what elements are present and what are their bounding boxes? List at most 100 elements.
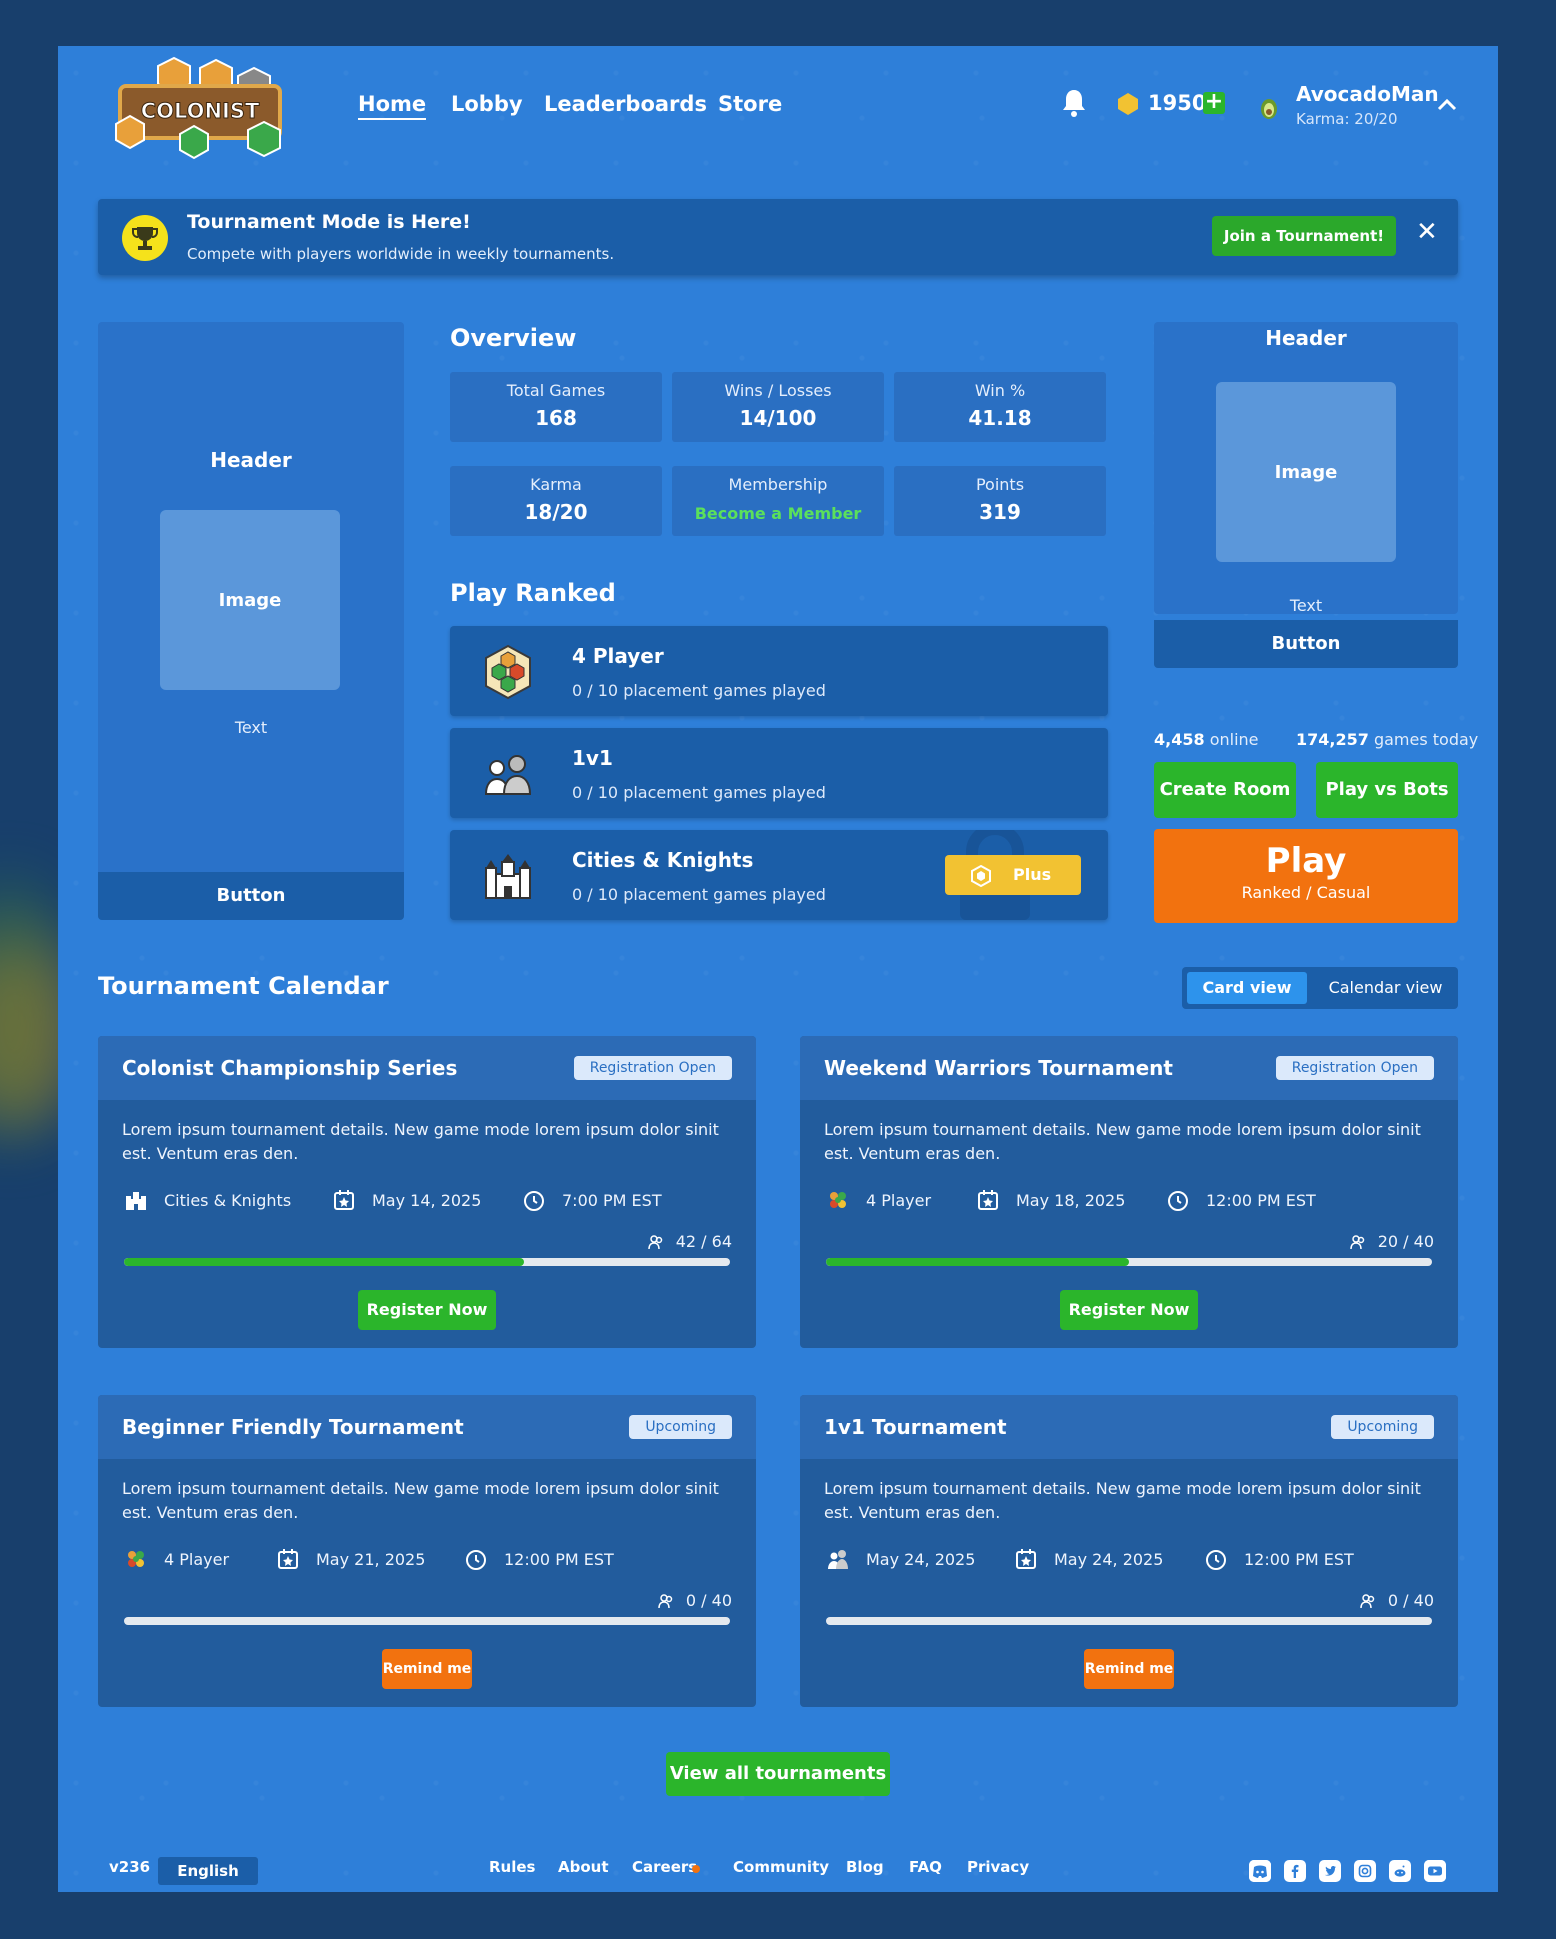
tournament-time: 12:00 PM EST: [1204, 1547, 1354, 1571]
tournament-name: Beginner Friendly Tournament: [122, 1415, 464, 1439]
play-vs-bots-button[interactable]: Play vs Bots: [1316, 762, 1458, 818]
twitter-icon[interactable]: [1319, 1860, 1341, 1882]
username[interactable]: AvocadoMan: [1296, 82, 1439, 106]
footer-link-privacy[interactable]: Privacy: [967, 1858, 1029, 1876]
register-now-button[interactable]: Register Now: [358, 1290, 496, 1330]
tournament-date: May 18, 2025: [976, 1188, 1125, 1212]
discord-icon[interactable]: [1249, 1860, 1271, 1882]
tournament-card: 1v1 Tournament Upcoming Lorem ipsum tour…: [800, 1395, 1458, 1707]
registration-count: 0 / 40: [1360, 1591, 1434, 1610]
plus-badge: Plus: [945, 855, 1081, 895]
hex-board-icon: [124, 1547, 148, 1571]
status-badge: Registration Open: [573, 1056, 732, 1080]
register-now-button[interactable]: Register Now: [1060, 1290, 1198, 1330]
players-icon: [1360, 1593, 1376, 1609]
remind-me-button[interactable]: Remind me: [382, 1649, 472, 1689]
footer-link-about[interactable]: About: [558, 1858, 609, 1876]
play-ranked-title: Play Ranked: [450, 579, 616, 607]
create-room-button[interactable]: Create Room: [1154, 762, 1296, 818]
instagram-icon[interactable]: [1354, 1860, 1376, 1882]
chevron-up-icon[interactable]: [1436, 94, 1458, 116]
avocado-avatar-icon[interactable]: [1258, 94, 1280, 120]
registration-count: 0 / 40: [658, 1591, 732, 1610]
tournament-description: Lorem ipsum tournament details. New game…: [122, 1479, 719, 1522]
become-member-link[interactable]: Become a Member: [672, 504, 884, 523]
games-today: 174,257 games today: [1296, 730, 1479, 749]
calendar-view-tab[interactable]: Calendar view: [1318, 972, 1453, 1004]
status-badge: Upcoming: [629, 1415, 732, 1439]
clock-icon: [1204, 1547, 1228, 1571]
tournament-mode: 4 Player: [826, 1188, 931, 1212]
ranked-mode-progress: 0 / 10 placement games played: [572, 681, 826, 700]
colonist-logo[interactable]: COLONIST: [108, 54, 298, 164]
tournament-description: Lorem ipsum tournament details. New game…: [122, 1120, 719, 1163]
join-tournament-button[interactable]: Join a Tournament!: [1212, 216, 1396, 256]
players-icon: [1349, 1234, 1366, 1250]
gold-coin-icon: [1116, 92, 1140, 116]
castle-icon: [124, 1188, 148, 1212]
nav-lobby[interactable]: Lobby: [451, 92, 523, 116]
promo-text: Text: [1289, 596, 1323, 615]
calendar-icon: [332, 1188, 356, 1212]
reddit-icon[interactable]: [1389, 1860, 1411, 1882]
tournament-name: 1v1 Tournament: [824, 1415, 1007, 1439]
tournament-banner: Tournament Mode is Here! Compete with pl…: [98, 199, 1458, 275]
tournament-card: Weekend Warriors Tournament Registration…: [800, 1036, 1458, 1348]
footer-link-faq[interactable]: FAQ: [909, 1858, 942, 1876]
ranked-mode-cities-knights[interactable]: Cities & Knights 0 / 10 placement games …: [450, 830, 1108, 920]
castle-icon: [480, 848, 536, 904]
buy-coins-button[interactable]: +: [1203, 91, 1225, 114]
nav-store[interactable]: Store: [718, 92, 782, 116]
ranked-mode-progress: 0 / 10 placement games played: [572, 885, 826, 904]
language-selector[interactable]: English: [158, 1857, 258, 1885]
footer-link-community[interactable]: Community: [733, 1858, 829, 1876]
promo-button[interactable]: Button: [1154, 620, 1458, 668]
remind-me-button[interactable]: Remind me: [1084, 1649, 1174, 1689]
overview-title: Overview: [450, 324, 577, 352]
careers-dot-indicator: [692, 1865, 700, 1873]
footer-link-rules[interactable]: Rules: [489, 1858, 535, 1876]
tournament-mode: 4 Player: [124, 1547, 229, 1571]
registration-progress-bar: [124, 1258, 730, 1266]
view-all-tournaments-button[interactable]: View all tournaments: [666, 1752, 890, 1796]
youtube-icon[interactable]: [1424, 1860, 1446, 1882]
ranked-mode-1v1[interactable]: 1v1 0 / 10 placement games played: [450, 728, 1108, 818]
facebook-icon[interactable]: [1284, 1860, 1306, 1882]
promo-header: Header: [1265, 326, 1347, 350]
promo-header: Header: [210, 448, 292, 472]
tournament-time: 7:00 PM EST: [522, 1188, 662, 1212]
card-view-tab[interactable]: Card view: [1187, 972, 1307, 1004]
duel-players-icon: [826, 1547, 850, 1571]
plus-hex-icon: [970, 864, 992, 888]
tournament-date: May 24, 2025: [1014, 1547, 1163, 1571]
play-button[interactable]: Play Ranked / Casual: [1154, 829, 1458, 923]
close-icon[interactable]: ✕: [1416, 217, 1438, 247]
registration-progress-bar: [826, 1617, 1432, 1625]
stat-membership[interactable]: Membership Become a Member: [672, 466, 884, 536]
tournament-card: Beginner Friendly Tournament Upcoming Lo…: [98, 1395, 756, 1707]
nav-home[interactable]: Home: [358, 92, 427, 120]
page-frame: COLONIST Home Lobby Leaderboards Store 1…: [58, 46, 1498, 1892]
promo-text: Text: [234, 718, 268, 737]
registration-progress-bar: [826, 1258, 1432, 1266]
tournament-mode: Cities & Knights: [124, 1188, 291, 1212]
stat-win-percent: Win % 41.18: [894, 372, 1106, 442]
online-count: 4,458 online: [1154, 730, 1259, 749]
footer-link-careers[interactable]: Careers: [632, 1858, 697, 1876]
stat-karma: Karma 18/20: [450, 466, 662, 536]
clock-icon: [464, 1547, 488, 1571]
promo-button[interactable]: Button: [98, 872, 404, 920]
stat-wins-losses: Wins / Losses 14/100: [672, 372, 884, 442]
notification-bell-icon[interactable]: [1060, 88, 1088, 118]
nav-leaderboards[interactable]: Leaderboards: [544, 92, 707, 116]
status-badge: Upcoming: [1331, 1415, 1434, 1439]
trophy-icon: [122, 215, 168, 261]
footer-link-blog[interactable]: Blog: [846, 1858, 884, 1876]
tournament-description: Lorem ipsum tournament details. New game…: [824, 1479, 1421, 1522]
tournament-date: May 21, 2025: [276, 1547, 425, 1571]
calendar-icon: [1014, 1547, 1038, 1571]
ranked-mode-4-player[interactable]: 4 Player 0 / 10 placement games played: [450, 626, 1108, 716]
calendar-icon: [276, 1547, 300, 1571]
players-icon: [658, 1593, 674, 1609]
tournament-time: 12:00 PM EST: [464, 1547, 614, 1571]
